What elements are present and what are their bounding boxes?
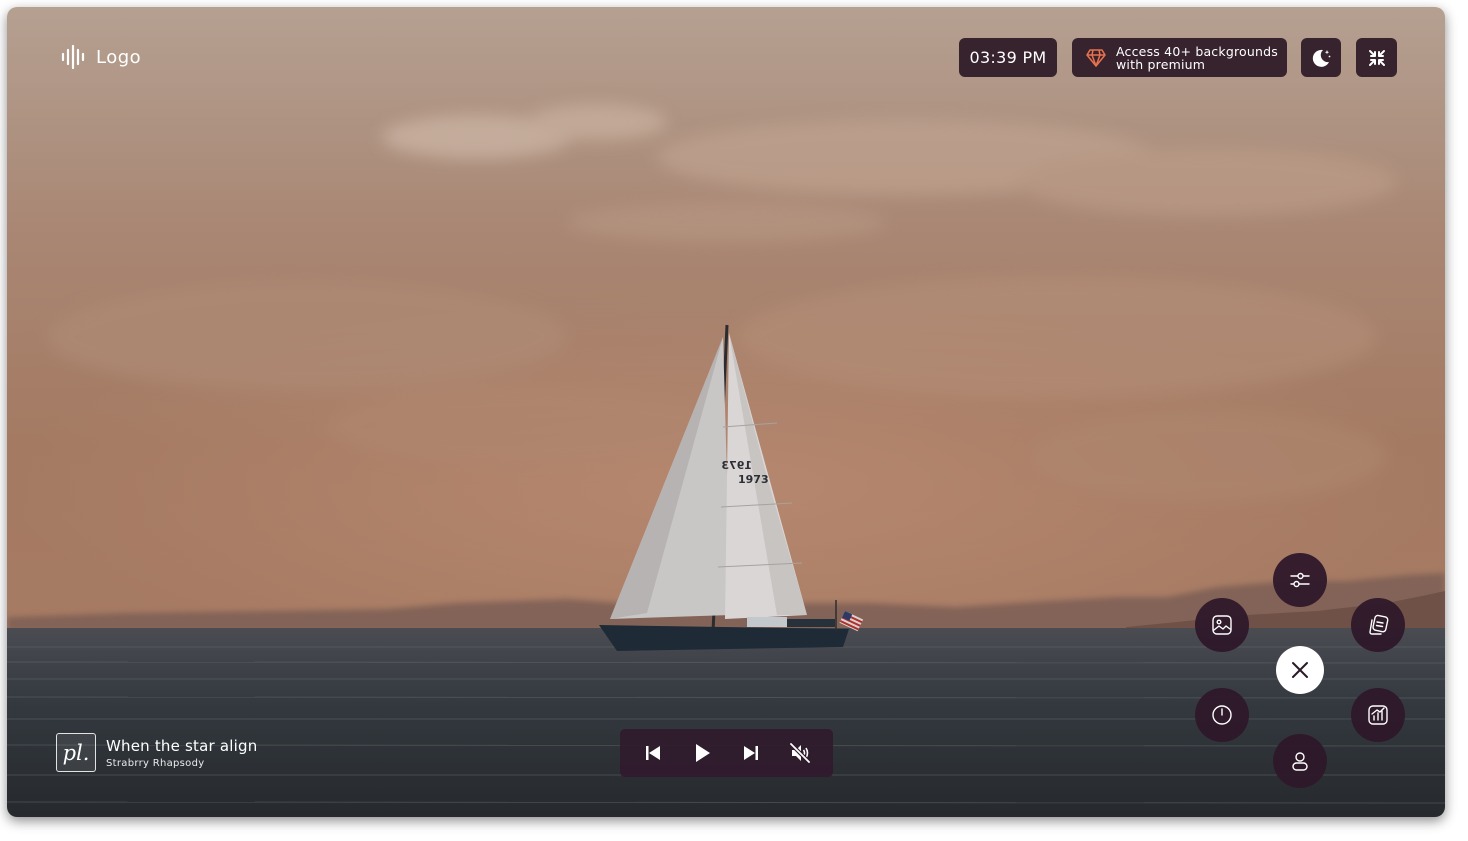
dark-mode-button[interactable]: [1301, 38, 1341, 77]
track-info: When the star align Strabrry Rhapsody: [106, 737, 257, 769]
play-button[interactable]: [684, 735, 720, 771]
exit-fullscreen-button[interactable]: [1356, 38, 1397, 77]
app-window: 1973 1973 Logo 03:39 PM Access 40+ backg…: [7, 7, 1445, 817]
image-frame-icon: [1212, 615, 1232, 635]
sliders-icon: [1290, 572, 1310, 588]
notes-button[interactable]: [1351, 598, 1405, 652]
next-icon: [744, 746, 759, 760]
app-logo[interactable]: Logo: [60, 44, 141, 70]
track-artist: Strabrry Rhapsody: [106, 757, 205, 769]
play-icon: [695, 744, 710, 762]
gem-icon: [1086, 48, 1106, 67]
now-playing[interactable]: pl. When the star align Strabrry Rhapsod…: [56, 733, 257, 772]
collapse-icon: [1368, 49, 1385, 66]
clock-time: 03:39 PM: [969, 48, 1047, 67]
volume-muted-icon: [789, 742, 811, 764]
premium-button[interactable]: Access 40+ backgrounds with premium: [1072, 38, 1287, 77]
album-art-text: pl.: [62, 740, 90, 765]
clock-display: 03:39 PM: [959, 38, 1057, 77]
previous-button[interactable]: [635, 735, 671, 771]
close-menu-button[interactable]: [1276, 646, 1324, 694]
profile-button[interactable]: [1273, 734, 1327, 788]
svg-text:1973: 1973: [738, 473, 769, 486]
notes-icon: [1369, 614, 1389, 635]
timer-button[interactable]: [1195, 688, 1249, 742]
previous-icon: [645, 746, 660, 760]
next-button[interactable]: [733, 735, 769, 771]
svg-text:1973: 1973: [721, 459, 752, 472]
sound-wave-icon: [61, 44, 85, 70]
user-icon: [1292, 752, 1308, 771]
stats-button[interactable]: [1351, 688, 1405, 742]
mute-button[interactable]: [782, 735, 818, 771]
player-controls: [620, 729, 833, 777]
premium-line2: with premium: [1116, 56, 1206, 72]
premium-label: Access 40+ backgrounds with premium: [1116, 45, 1278, 71]
chart-icon: [1368, 705, 1388, 725]
album-art: pl.: [56, 733, 96, 772]
track-title: When the star align: [106, 736, 258, 755]
close-icon: [1292, 662, 1308, 678]
moon-stars-icon: [1312, 49, 1331, 67]
background-picker-button[interactable]: [1195, 598, 1249, 652]
settings-button[interactable]: [1273, 553, 1327, 607]
timer-icon: [1212, 705, 1232, 725]
premium-line1: Access 40+ backgrounds: [1116, 43, 1278, 59]
logo-label: Logo: [96, 46, 142, 68]
